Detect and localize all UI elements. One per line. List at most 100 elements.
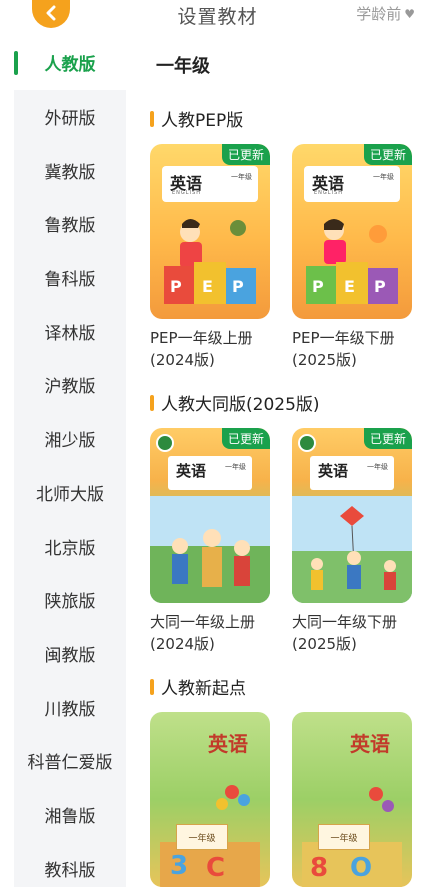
book-title-line1: 大同一年级下册 [292, 613, 398, 631]
cover-title: 英语 [350, 732, 390, 756]
sidebar-item-label: 译林版 [44, 323, 96, 344]
sidebar-item-label: 湘鲁版 [44, 806, 96, 827]
book-title-line2: (2024版) [150, 635, 215, 653]
sidebar-item-xianglu[interactable]: 湘鲁版 [14, 788, 126, 842]
sidebar-item-hujiao[interactable]: 沪教版 [14, 358, 126, 412]
book-cover: 8 O 英语 一年级 [292, 712, 412, 887]
book-card[interactable]: 已更新 英语 一年级 大同一年级下册 (2025版) [292, 428, 412, 655]
book-cover: 已更新 英语 一年级 ENGLISH P E P [150, 144, 270, 319]
sidebar-item-label: 闽教版 [44, 645, 96, 666]
cover-title-box: 英语 一年级 ENGLISH [162, 166, 258, 202]
updated-badge: 已更新 [221, 428, 270, 449]
book-cover: 3 C 英语 一年级 [150, 712, 270, 887]
section-title: 人教新起点 [150, 674, 246, 699]
svg-text:3: 3 [170, 851, 188, 881]
cover-grade-tag: 一年级 [176, 824, 228, 850]
book-title-line2: (2025版) [292, 635, 357, 653]
book-title: PEP一年级上册 (2024版) [150, 327, 290, 371]
section-marker [150, 394, 154, 411]
publisher-logo [298, 434, 316, 452]
sidebar-item-xiangshao[interactable]: 湘少版 [14, 412, 126, 466]
cover-english: ENGLISH [314, 190, 343, 196]
grade-selector[interactable]: 学龄前 ♥ [356, 3, 415, 24]
sidebar-item-luke[interactable]: 鲁科版 [14, 251, 126, 305]
book-card[interactable]: 已更新 英语 一年级 大同一年级上册 (2024版) [150, 428, 270, 655]
sidebar-item-label: 鲁科版 [44, 270, 96, 291]
sidebar-item-renjiao[interactable]: 人教版 [14, 36, 126, 90]
book-card[interactable]: 8 O 英语 一年级 [292, 712, 412, 887]
book-title-line1: PEP一年级上册 [150, 329, 253, 347]
book-card[interactable]: 已更新 英语 一年级 ENGLISH P E P PEP一年级下册 (2025版… [292, 144, 412, 371]
book-title-line2: (2025版) [292, 351, 357, 369]
grade-selector-label: 学龄前 [356, 5, 402, 23]
top-bar: 设置教材 学龄前 ♥ [0, 0, 435, 36]
cover-title: 英语 [318, 462, 349, 480]
cover-title: 英语 [176, 462, 207, 480]
book-title: 大同一年级下册 (2025版) [292, 611, 432, 655]
publisher-logo [156, 434, 174, 452]
sidebar-item-chuanjiao[interactable]: 川教版 [14, 680, 126, 734]
sidebar-item-jijiao[interactable]: 冀教版 [14, 143, 126, 197]
cover-grade: 一年级 [367, 463, 388, 471]
cover-grade-tag: 一年级 [318, 824, 370, 850]
section-title-text: 人教PEP版 [161, 111, 244, 131]
sidebar-item-label: 沪教版 [44, 377, 96, 398]
publisher-sidebar: 人教版 外研版 冀教版 鲁教版 鲁科版 译林版 沪教版 湘少版 北师大版 北京版… [14, 36, 126, 887]
sidebar-item-label: 科普仁爱版 [27, 753, 113, 774]
sidebar-item-kepurenai[interactable]: 科普仁爱版 [14, 734, 126, 788]
sidebar-item-label: 冀教版 [44, 162, 96, 183]
cover-title-box: 英语 一年级 [168, 456, 252, 490]
book-card[interactable]: 3 C 英语 一年级 [150, 712, 270, 887]
svg-text:8: 8 [310, 853, 328, 883]
sidebar-item-waiyan[interactable]: 外研版 [14, 90, 126, 144]
grade-heading: 一年级 [156, 56, 210, 77]
cover-illustration: P E P [164, 219, 256, 304]
section-marker [150, 678, 154, 695]
sidebar-item-lujiao[interactable]: 鲁教版 [14, 197, 126, 251]
cover-english: ENGLISH [172, 190, 201, 196]
cover-title: 英语 [208, 732, 248, 756]
sidebar-item-beishida[interactable]: 北师大版 [14, 466, 126, 520]
sidebar-item-yilin[interactable]: 译林版 [14, 304, 126, 358]
book-title-line1: 大同一年级上册 [150, 613, 256, 631]
book-card[interactable]: 已更新 英语 一年级 ENGLISH P E P PEP一年级上册 (2024版… [150, 144, 270, 371]
sidebar-item-label: 湘少版 [44, 431, 96, 452]
heart-icon: ♥ [404, 6, 415, 21]
book-title: PEP一年级下册 (2025版) [292, 327, 432, 371]
cover-grade: 一年级 [231, 173, 252, 181]
sidebar-item-label: 北师大版 [36, 484, 104, 505]
svg-text:P: P [170, 277, 182, 296]
cover-illustration: P E P [306, 219, 398, 304]
svg-text:O: O [350, 853, 372, 883]
sidebar-item-shanlv[interactable]: 陕旅版 [14, 573, 126, 627]
sidebar-item-label: 外研版 [44, 109, 96, 130]
section-title: 人教PEP版 [150, 106, 243, 131]
sidebar-item-minjiao[interactable]: 闽教版 [14, 627, 126, 681]
cover-title-box: 英语 一年级 ENGLISH [304, 166, 400, 202]
sidebar-item-label: 鲁教版 [44, 216, 96, 237]
svg-text:E: E [344, 277, 355, 296]
cover-title-box: 英语 [208, 728, 264, 768]
book-title: 大同一年级上册 (2024版) [150, 611, 290, 655]
sidebar-item-label: 人教版 [44, 55, 96, 76]
sidebar-item-jiaoke[interactable]: 教科版 [14, 841, 126, 887]
section-title: 人教大同版(2025版) [150, 390, 320, 415]
book-title-line2: (2024版) [150, 351, 215, 369]
svg-text:P: P [312, 277, 324, 296]
sidebar-item-label: 教科版 [44, 860, 96, 881]
book-cover: 已更新 英语 一年级 [292, 428, 412, 603]
cover-title-box: 英语 一年级 [310, 456, 394, 490]
updated-badge: 已更新 [363, 428, 412, 449]
sidebar-item-label: 川教版 [44, 699, 96, 720]
updated-badge: 已更新 [221, 144, 270, 165]
cover-grade: 一年级 [225, 463, 246, 471]
cover-illustration [292, 496, 412, 603]
sidebar-item-beijing[interactable]: 北京版 [14, 519, 126, 573]
section-marker [150, 110, 154, 127]
book-title-line1: PEP一年级下册 [292, 329, 395, 347]
svg-text:E: E [202, 277, 213, 296]
svg-text:P: P [232, 277, 244, 296]
cover-illustration [150, 496, 270, 603]
cover-title-box: 英语 [350, 728, 406, 768]
updated-badge: 已更新 [363, 144, 412, 165]
